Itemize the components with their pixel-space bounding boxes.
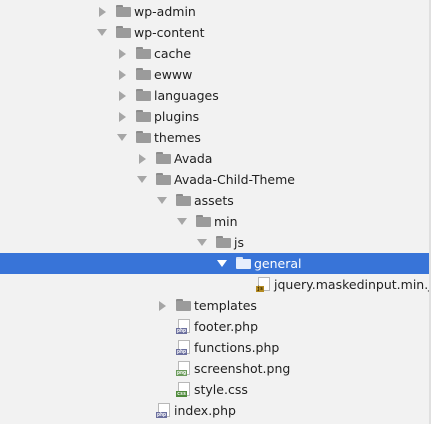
chevron-right-icon[interactable] xyxy=(116,64,128,85)
tree-folder-row[interactable]: languages xyxy=(0,85,431,106)
tree-item-label: languages xyxy=(154,88,219,103)
tree-file-row[interactable]: css style.css xyxy=(0,379,431,400)
chevron-right-icon[interactable] xyxy=(116,106,128,127)
tree-item-label: themes xyxy=(154,130,201,145)
chevron-right-icon[interactable] xyxy=(116,85,128,106)
folder-icon xyxy=(116,25,132,40)
chevron-right-icon[interactable] xyxy=(116,43,128,64)
php-file-icon: php xyxy=(176,319,192,334)
tree-folder-row[interactable]: templates xyxy=(0,295,431,316)
tree-folder-row[interactable]: ewww xyxy=(0,64,431,85)
tree-item-label: assets xyxy=(194,193,234,208)
php-file-icon: php xyxy=(156,403,172,418)
tree-item-label: style.css xyxy=(194,382,248,397)
chevron-down-icon[interactable] xyxy=(96,22,108,43)
tree-folder-row[interactable]: cache xyxy=(0,43,431,64)
tree-item-label: footer.php xyxy=(194,319,259,334)
tree-folder-row[interactable]: wp-admin xyxy=(0,1,431,22)
folder-icon xyxy=(136,67,152,82)
tree-item-label: wp-content xyxy=(134,25,205,40)
tree-folder-row[interactable]: js xyxy=(0,232,431,253)
tree-folder-row[interactable]: plugins xyxy=(0,106,431,127)
tree-item-label: wp-admin xyxy=(134,4,196,19)
tree-item-label: general xyxy=(254,256,302,271)
chevron-right-icon[interactable] xyxy=(136,148,148,169)
tree-file-row[interactable]: php functions.php xyxy=(0,337,431,358)
tree-folder-row[interactable]: themes xyxy=(0,127,431,148)
tree-file-row[interactable]: php footer.php xyxy=(0,316,431,337)
tree-item-label: plugins xyxy=(154,109,200,124)
folder-icon xyxy=(136,88,152,103)
tree-item-label: templates xyxy=(194,298,257,313)
chevron-down-icon[interactable] xyxy=(176,211,188,232)
folder-icon xyxy=(216,235,232,250)
tree-item-label: functions.php xyxy=(194,340,280,355)
tree-item-label: Avada xyxy=(174,151,213,166)
tree-item-label: index.php xyxy=(174,403,236,418)
chevron-down-icon[interactable] xyxy=(196,232,208,253)
folder-icon xyxy=(196,214,212,229)
folder-icon xyxy=(156,172,172,187)
tree-item-label: Avada-Child-Theme xyxy=(174,172,295,187)
tree-item-label: cache xyxy=(154,46,192,61)
chevron-right-icon[interactable] xyxy=(96,1,108,22)
tree-item-label: screenshot.png xyxy=(194,361,291,376)
tree-item-label: min xyxy=(214,214,238,229)
folder-icon xyxy=(116,4,132,19)
php-file-icon: php xyxy=(176,340,192,355)
tree-folder-row[interactable]: assets xyxy=(0,190,431,211)
folder-icon xyxy=(176,193,192,208)
chevron-down-icon[interactable] xyxy=(136,169,148,190)
png-file-icon: png xyxy=(176,361,192,376)
tree-file-row[interactable]: png screenshot.png xyxy=(0,358,431,379)
chevron-down-icon[interactable] xyxy=(216,253,228,274)
chevron-down-icon[interactable] xyxy=(156,190,168,211)
css-file-icon: css xyxy=(176,382,192,397)
project-file-tree: wp-admin wp-content cache ewww languages plug… xyxy=(0,0,431,424)
tree-item-label: ewww xyxy=(154,67,193,82)
folder-icon xyxy=(136,109,152,124)
tree-folder-row[interactable]: wp-content xyxy=(0,22,431,43)
tree-item-label: js xyxy=(234,235,244,250)
tree-folder-row[interactable]: general xyxy=(0,253,431,274)
chevron-right-icon[interactable] xyxy=(156,295,168,316)
tree-folder-row[interactable]: Avada-Child-Theme xyxy=(0,169,431,190)
tree-folder-row[interactable]: min xyxy=(0,211,431,232)
folder-icon xyxy=(156,151,172,166)
tree-item-label: jquery.maskedinput.min.js xyxy=(274,277,431,292)
folder-icon xyxy=(136,130,152,145)
folder-icon xyxy=(236,256,252,271)
js-file-icon: js xyxy=(256,277,272,292)
chevron-down-icon[interactable] xyxy=(116,127,128,148)
folder-icon xyxy=(136,46,152,61)
tree-file-row[interactable]: js jquery.maskedinput.min.js xyxy=(0,274,431,295)
tree-folder-row[interactable]: Avada xyxy=(0,148,431,169)
folder-icon xyxy=(176,298,192,313)
tree-file-row[interactable]: php index.php xyxy=(0,400,431,421)
